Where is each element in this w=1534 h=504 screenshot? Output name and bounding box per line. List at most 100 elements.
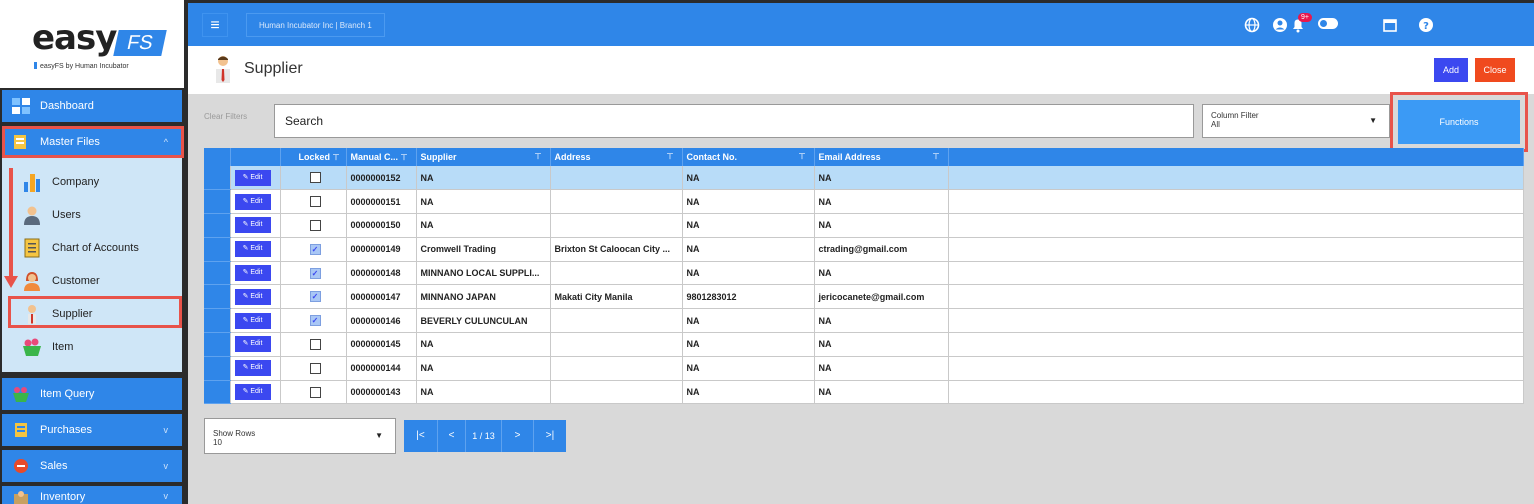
calendar-icon[interactable] bbox=[1382, 17, 1398, 33]
filler-cell bbox=[948, 237, 1524, 262]
submenu-item-chart-of-accounts[interactable]: Chart of Accounts bbox=[2, 233, 182, 263]
edit-cell: ✎ Edit bbox=[230, 189, 281, 215]
column-filter-value: All bbox=[1211, 120, 1220, 129]
contact-cell: NA bbox=[682, 189, 815, 215]
company-branch-selector[interactable]: Human Incubator Inc | Branch 1 bbox=[246, 13, 385, 37]
header-locked[interactable]: Locked ⊤ bbox=[280, 148, 347, 166]
functions-button[interactable]: Functions bbox=[1398, 100, 1520, 144]
user-icon bbox=[24, 206, 40, 225]
globe-icon[interactable] bbox=[1244, 17, 1260, 33]
manual-code-cell: 0000000147 bbox=[346, 284, 417, 310]
table-row[interactable]: ✎ Edit ✓ 0000000149 Cromwell Trading Brixton… bbox=[204, 237, 1524, 262]
locked-checkbox[interactable] bbox=[309, 172, 321, 184]
edit-button[interactable]: ✎ Edit bbox=[234, 265, 271, 282]
manual-code-cell: 0000000149 bbox=[346, 237, 417, 262]
close-button[interactable]: Close bbox=[1475, 58, 1515, 82]
submenu-item-item[interactable]: Item bbox=[2, 332, 182, 362]
locked-cell bbox=[280, 213, 347, 238]
table-row[interactable]: ✎ Edit 0000000145 NA NA NA bbox=[204, 332, 1524, 357]
locked-checkbox[interactable]: ✓ bbox=[309, 291, 321, 303]
locked-checkbox[interactable]: ✓ bbox=[309, 243, 321, 255]
first-page-icon[interactable]: |< bbox=[404, 420, 438, 452]
table-row[interactable]: ✎ Edit 0000000144 NA NA NA bbox=[204, 356, 1524, 381]
locked-checkbox[interactable] bbox=[309, 219, 321, 231]
sidebar-item-inventory[interactable]: Inventory v bbox=[2, 486, 182, 504]
locked-checkbox[interactable]: ✓ bbox=[309, 315, 321, 327]
next-page-icon[interactable]: > bbox=[502, 420, 534, 452]
column-filter-select[interactable]: Column Filter All ▼ bbox=[1202, 104, 1390, 138]
submenu-item-label: Chart of Accounts bbox=[52, 242, 139, 254]
edit-button[interactable]: ✎ Edit bbox=[234, 384, 271, 401]
address-cell bbox=[550, 261, 683, 286]
hamburger-menu-icon[interactable]: ≡ bbox=[202, 13, 228, 37]
moon-icon bbox=[1350, 19, 1356, 31]
sidebar-item-purchases[interactable]: Purchases v bbox=[2, 414, 182, 446]
header-contact-no[interactable]: Contact No. ⊤ bbox=[682, 148, 815, 166]
help-icon[interactable]: ? bbox=[1418, 17, 1434, 33]
table-row[interactable]: ✎ Edit 0000000150 NA NA NA bbox=[204, 213, 1524, 238]
table-row[interactable]: ✎ Edit 0000000143 NA NA NA bbox=[204, 380, 1524, 405]
add-button[interactable]: Add bbox=[1434, 58, 1468, 82]
manual-code-cell: 0000000145 bbox=[346, 332, 417, 357]
arrow-line bbox=[9, 168, 13, 280]
chevron-down-icon: v bbox=[163, 425, 169, 435]
last-page-icon[interactable]: >| bbox=[534, 420, 566, 452]
header-manual-code[interactable]: Manual C... ⊤ bbox=[346, 148, 417, 166]
sidebar-item-dashboard[interactable]: Dashboard bbox=[2, 90, 182, 122]
edit-button[interactable]: ✎ Edit bbox=[234, 169, 271, 186]
edit-button[interactable]: ✎ Edit bbox=[234, 288, 271, 305]
edit-button[interactable]: ✎ Edit bbox=[234, 336, 271, 353]
filler-cell bbox=[948, 332, 1524, 357]
chevron-down-icon: v bbox=[163, 491, 169, 501]
edit-button[interactable]: ✎ Edit bbox=[234, 193, 271, 210]
manual-code-cell: 0000000146 bbox=[346, 308, 417, 334]
header-email-address[interactable]: Email Address ⊤ bbox=[814, 148, 949, 166]
arrow-down-icon bbox=[4, 276, 18, 288]
table-row[interactable]: ✎ Edit ✓ 0000000148 MINNANO LOCAL SUPPLI...… bbox=[204, 261, 1524, 286]
filler-cell bbox=[948, 356, 1524, 381]
theme-toggle[interactable] bbox=[1318, 18, 1338, 29]
edit-button[interactable]: ✎ Edit bbox=[234, 217, 271, 234]
table-row[interactable]: ✎ Edit 0000000152 NA NA NA bbox=[204, 166, 1524, 191]
row-gutter bbox=[204, 308, 231, 334]
header-address[interactable]: Address ⊤ bbox=[550, 148, 683, 166]
header-supplier[interactable]: Supplier ⊤ bbox=[416, 148, 551, 166]
locked-cell bbox=[280, 332, 347, 357]
address-cell bbox=[550, 166, 683, 191]
row-gutter bbox=[204, 261, 231, 286]
table-row[interactable]: ✎ Edit 0000000151 NA NA NA bbox=[204, 189, 1524, 215]
svg-text:?: ? bbox=[1423, 21, 1429, 32]
locked-checkbox[interactable] bbox=[309, 362, 321, 374]
table-row[interactable]: ✎ Edit ✓ 0000000147 MINNANO JAPAN Makati Cit… bbox=[204, 284, 1524, 310]
edit-button[interactable]: ✎ Edit bbox=[234, 241, 271, 258]
filter-icon: ⊤ bbox=[400, 153, 408, 162]
submenu-item-users[interactable]: Users bbox=[2, 200, 182, 230]
locked-checkbox[interactable]: ✓ bbox=[309, 267, 321, 279]
email-cell: NA bbox=[814, 380, 949, 405]
sidebar-item-sales[interactable]: Sales v bbox=[2, 450, 182, 482]
clear-filters-button[interactable]: Clear Filters bbox=[204, 112, 247, 121]
table-row[interactable]: ✎ Edit ✓ 0000000146 BEVERLY CULUNCULAN NA NA bbox=[204, 308, 1524, 334]
supplier-table: Locked ⊤ Manual C... ⊤ Supplier ⊤ Address… bbox=[204, 148, 1524, 405]
locked-checkbox[interactable] bbox=[309, 338, 321, 350]
locked-checkbox[interactable] bbox=[309, 196, 321, 208]
app-root: easy FS easyFS by Human Incubator Dashbo… bbox=[0, 0, 1534, 504]
edit-cell: ✎ Edit bbox=[230, 166, 281, 191]
sidebar-item-item-query[interactable]: Item Query bbox=[2, 378, 182, 410]
edit-button[interactable]: ✎ Edit bbox=[234, 360, 271, 377]
submenu-item-company[interactable]: Company bbox=[2, 167, 182, 197]
highlight-supplier bbox=[8, 296, 182, 328]
contact-cell: 9801283012 bbox=[682, 284, 815, 310]
locked-checkbox[interactable] bbox=[309, 386, 321, 398]
logo[interactable]: easy FS easyFS by Human Incubator bbox=[0, 0, 188, 88]
prev-page-icon[interactable]: < bbox=[438, 420, 466, 452]
submenu-item-label: Customer bbox=[52, 275, 100, 287]
edit-button[interactable]: ✎ Edit bbox=[234, 312, 271, 329]
search-input[interactable]: Search bbox=[274, 104, 1194, 138]
contact-cell: NA bbox=[682, 213, 815, 238]
address-cell: Makati City Manila bbox=[550, 284, 683, 310]
row-gutter bbox=[204, 356, 231, 381]
submenu-item-customer[interactable]: Customer bbox=[2, 266, 182, 296]
show-rows-select[interactable]: Show Rows 10 ▼ bbox=[204, 418, 396, 454]
user-account-icon[interactable] bbox=[1272, 17, 1288, 33]
